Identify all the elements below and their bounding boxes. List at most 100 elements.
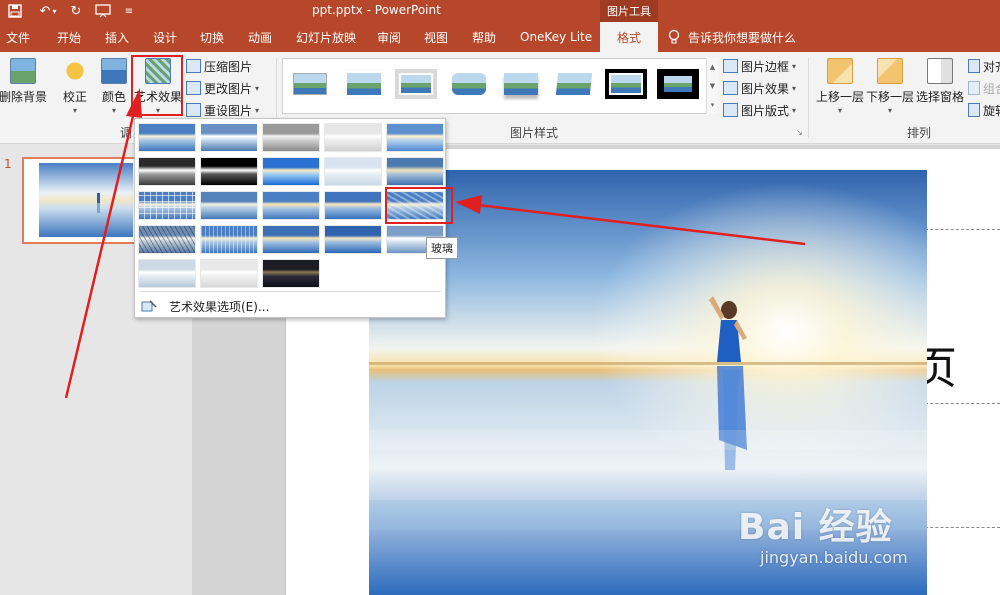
tab-view[interactable]: 视图 xyxy=(424,22,448,52)
picture-styles-group-label: 图片样式 xyxy=(510,126,559,140)
tab-review[interactable]: 审阅 xyxy=(377,22,401,52)
tab-animations[interactable]: 动画 xyxy=(248,22,272,52)
effect-pencil-grayscale[interactable] xyxy=(262,123,320,152)
color-picture-icon xyxy=(101,58,127,84)
change-picture-button[interactable]: 更改图片 ▾ xyxy=(186,78,259,98)
effect-texturizer[interactable] xyxy=(324,191,382,220)
effect-paint-brush[interactable] xyxy=(262,157,320,186)
reset-picture-chevron-down-icon: ▾ xyxy=(255,105,260,115)
corrections-label: 校正 xyxy=(62,90,87,104)
redo-icon[interactable]: ↻ xyxy=(66,2,86,20)
align-label: 对齐 xyxy=(983,59,1000,74)
change-picture-label: 更改图片 xyxy=(204,81,253,96)
picture-border-button[interactable]: 图片边框 ▾ xyxy=(723,56,796,76)
start-slideshow-icon[interactable] xyxy=(92,2,114,20)
tab-transitions[interactable]: 切换 xyxy=(200,22,224,52)
gallery-down-icon[interactable]: ▼ xyxy=(710,82,715,90)
picture-layout-chevron-down-icon: ▾ xyxy=(792,105,797,115)
effect-cutout[interactable] xyxy=(200,225,258,254)
reset-picture-button[interactable]: 重设图片 ▾ xyxy=(186,100,259,120)
effect-cement[interactable] xyxy=(262,191,320,220)
picture-effects-label: 图片效果 xyxy=(741,81,790,96)
selection-pane-button[interactable]: 选择窗格 xyxy=(915,52,965,105)
effect-glass-crumple[interactable] xyxy=(200,191,258,220)
picture-border-label: 图片边框 xyxy=(741,59,790,74)
effect-chalk-sketch[interactable] xyxy=(138,157,196,186)
title-bar: ↶ ▾ ↻ ≡ ppt.pptx - PowerPoint 图片工具 xyxy=(0,0,1000,22)
effect-glow-edges[interactable] xyxy=(262,259,320,288)
tab-format[interactable]: 格式 xyxy=(600,22,658,52)
effect-blur[interactable] xyxy=(386,157,444,186)
align-button[interactable]: 对齐 xyxy=(968,56,1000,76)
effect-marker[interactable] xyxy=(200,123,258,152)
ribbon-tabs: 文件 开始 插入 设计 切换 动画 幻灯片放映 审阅 视图 帮助 OneKey … xyxy=(0,22,1000,52)
styles-gallery-scrollbar[interactable]: ▲ ▼ ▾ xyxy=(706,58,718,114)
gallery-more-icon[interactable]: ▾ xyxy=(711,101,715,109)
picture-layout-button[interactable]: 图片版式 ▾ xyxy=(723,100,796,120)
corrections-button[interactable]: 校正 ▾ xyxy=(59,52,91,115)
document-title: ppt.pptx - PowerPoint xyxy=(312,3,441,17)
compress-icon xyxy=(186,59,201,73)
picture-style-thumb[interactable] xyxy=(657,69,699,99)
rotate-button[interactable]: 旋转 xyxy=(968,100,1000,120)
picture-style-thumb[interactable] xyxy=(605,69,647,99)
picture-style-thumb[interactable] xyxy=(448,69,490,99)
bring-forward-button[interactable]: 上移一层 ▾ xyxy=(815,52,865,115)
group-objects-label: 组合 xyxy=(983,81,1000,96)
change-picture-chevron-down-icon: ▾ xyxy=(255,83,260,93)
adjust-group-label: 调 xyxy=(120,126,133,140)
gallery-up-icon[interactable]: ▲ xyxy=(710,63,715,71)
remove-background-label: 删除背景 xyxy=(0,90,48,104)
tell-me-search[interactable]: 告诉我你想要做什么 xyxy=(668,22,796,52)
compress-pictures-button[interactable]: 压缩图片 xyxy=(186,56,252,76)
highlight-glass-effect xyxy=(385,187,453,224)
effect-plastic-wrap[interactable] xyxy=(262,225,320,254)
remove-background-button[interactable]: 删除背景 xyxy=(0,52,48,105)
picture-layout-icon xyxy=(723,103,738,117)
reset-picture-icon xyxy=(186,103,201,117)
picture-effects-button[interactable]: 图片效果 ▾ xyxy=(723,78,796,98)
watermark-brand: Bai 经验 xyxy=(738,507,893,548)
tab-design[interactable]: 设计 xyxy=(153,22,177,52)
dialog-launcher-icon[interactable]: ↘ xyxy=(796,128,803,137)
picture-style-thumb[interactable] xyxy=(289,69,331,99)
picture-style-thumb[interactable] xyxy=(500,69,542,99)
effect-line-drawing[interactable] xyxy=(386,123,444,152)
powerpoint-window: ↶ ▾ ↻ ≡ ppt.pptx - PowerPoint 图片工具 文件 开始 … xyxy=(0,0,1000,595)
group-objects-button[interactable]: 组合 xyxy=(968,78,1000,98)
artistic-effects-options-item[interactable]: 艺术效果选项(E)... xyxy=(141,296,269,316)
effect-glow-diffused[interactable] xyxy=(324,157,382,186)
send-backward-button[interactable]: 下移一层 ▾ xyxy=(865,52,915,115)
effect-none[interactable] xyxy=(138,123,196,152)
arrange-group-label: 排列 xyxy=(907,126,932,140)
picture-style-thumb[interactable] xyxy=(553,69,595,99)
effect-watercolor-sponge[interactable] xyxy=(138,259,196,288)
tab-home[interactable]: 开始 xyxy=(57,22,81,52)
undo-icon[interactable]: ↶ ▾ xyxy=(34,2,62,20)
effect-pastels-smooth[interactable] xyxy=(200,259,258,288)
selection-pane-icon xyxy=(927,58,953,84)
send-backward-label: 下移一层 xyxy=(865,90,914,104)
rotate-label: 旋转 xyxy=(983,103,1000,118)
color-button[interactable]: 颜色 ▾ xyxy=(99,52,129,115)
tab-insert[interactable]: 插入 xyxy=(105,22,129,52)
baidu-jingyan-watermark: Bai 经验 jingyan.baidu.com xyxy=(738,490,988,590)
picture-style-thumb[interactable] xyxy=(395,69,437,99)
save-icon[interactable] xyxy=(6,2,24,20)
highlight-artistic-effects xyxy=(131,55,183,116)
tab-help[interactable]: 帮助 xyxy=(472,22,496,52)
effect-film-grain[interactable] xyxy=(324,225,382,254)
tab-slideshow[interactable]: 幻灯片放映 xyxy=(296,22,356,52)
tab-file[interactable]: 文件 xyxy=(6,22,30,52)
customize-toolbar-icon[interactable]: ≡ xyxy=(122,2,136,20)
effect-mosaic-bubbles[interactable] xyxy=(138,191,196,220)
picture-style-thumb[interactable] xyxy=(343,69,385,99)
effect-paint-strokes[interactable] xyxy=(200,157,258,186)
picture-tools-context-label: 图片工具 xyxy=(600,0,658,22)
picture-border-chevron-down-icon: ▾ xyxy=(792,61,797,71)
picture-effects-icon xyxy=(723,81,738,95)
effect-photocopy[interactable] xyxy=(138,225,196,254)
watermark-site: jingyan.baidu.com xyxy=(760,548,908,567)
tab-onekey-lite[interactable]: OneKey Lite xyxy=(520,22,592,52)
effect-pencil-sketch[interactable] xyxy=(324,123,382,152)
